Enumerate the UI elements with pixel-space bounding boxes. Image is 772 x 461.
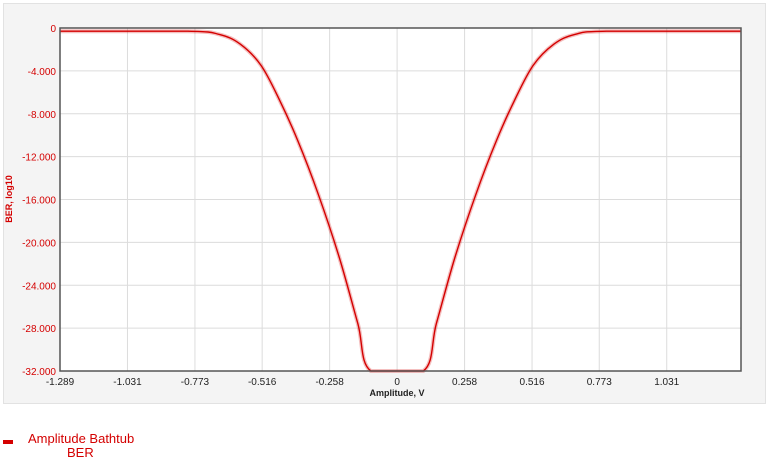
x-tick-label: -1.031	[113, 377, 142, 388]
legend-title: Amplitude Bathtub	[28, 431, 135, 446]
y-tick-label: -20.000	[22, 238, 56, 249]
y-tick-label: -8.000	[28, 110, 57, 121]
x-tick-label: 0	[394, 377, 400, 388]
x-tick-label: 0.516	[520, 377, 545, 388]
x-tick-label: -0.516	[248, 377, 277, 388]
y-tick-label: -28.000	[22, 324, 56, 335]
y-tick-label: -16.000	[22, 196, 56, 207]
x-tick-label: 1.031	[654, 377, 679, 388]
bathtub-chart: 0 -4.000 -8.000 -12.000 -16.000 -20.000 -24.00…	[4, 24, 742, 398]
y-tick-label: 0	[50, 24, 56, 35]
x-tick-label: -1.289	[46, 377, 75, 388]
x-axis-label: Amplitude, V	[369, 388, 424, 398]
x-tick-label: 0.773	[587, 377, 612, 388]
x-axis-ticks: -1.289 -1.031 -0.773 -0.516 -0.258 0 0.258 0.51…	[46, 377, 680, 388]
x-tick-label: 0.258	[452, 377, 477, 388]
y-tick-label: -12.000	[22, 153, 56, 164]
legend-swatch	[3, 440, 13, 444]
y-tick-label: -4.000	[28, 67, 57, 78]
x-tick-label: -0.773	[181, 377, 210, 388]
chart-panel: 0 -4.000 -8.000 -12.000 -16.000 -20.000 -24.00…	[3, 3, 766, 404]
legend-series-name: BER	[67, 445, 94, 460]
y-tick-label: -24.000	[22, 281, 56, 292]
y-axis-label: BER, log10	[4, 175, 14, 223]
x-tick-label: -0.258	[315, 377, 344, 388]
y-axis-ticks: 0 -4.000 -8.000 -12.000 -16.000 -20.000 -24.00…	[22, 24, 56, 378]
